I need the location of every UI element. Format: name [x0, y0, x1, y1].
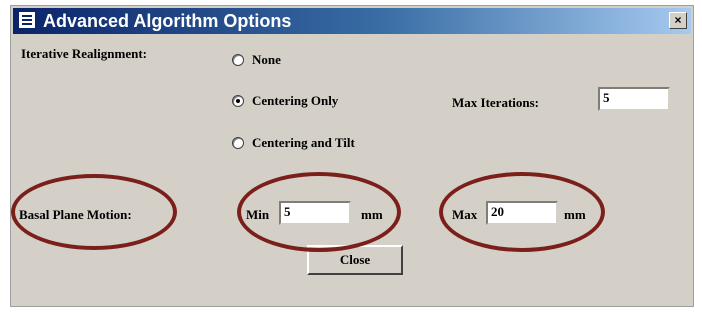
radio-centering-and-tilt[interactable]: Centering and Tilt	[232, 135, 355, 151]
title-bar[interactable]: Advanced Algorithm Options ×	[13, 8, 691, 34]
annotation-ellipse-min	[237, 172, 401, 252]
radio-none-label: None	[252, 52, 281, 67]
radio-none[interactable]: None	[232, 52, 281, 68]
application-window-icon[interactable]	[18, 11, 36, 29]
close-icon[interactable]: ×	[669, 12, 687, 29]
annotation-ellipse-max	[439, 172, 605, 252]
radio-centering-and-tilt-button[interactable]	[232, 137, 244, 149]
radio-centering-and-tilt-label: Centering and Tilt	[252, 135, 355, 150]
annotation-ellipse-basal-label	[11, 174, 177, 250]
advanced-algorithm-options-dialog: Advanced Algorithm Options × Iterative R…	[10, 5, 694, 307]
max-iterations-input[interactable]: 5	[598, 87, 670, 111]
iterative-realignment-label: Iterative Realignment:	[21, 46, 147, 61]
radio-centering-only-button[interactable]	[232, 95, 244, 107]
window-title: Advanced Algorithm Options	[43, 11, 292, 31]
radio-centering-only[interactable]: Centering Only	[232, 93, 338, 109]
max-iterations-label: Max Iterations:	[452, 95, 540, 110]
radio-centering-only-label: Centering Only	[252, 93, 339, 108]
radio-none-button[interactable]	[232, 54, 244, 66]
